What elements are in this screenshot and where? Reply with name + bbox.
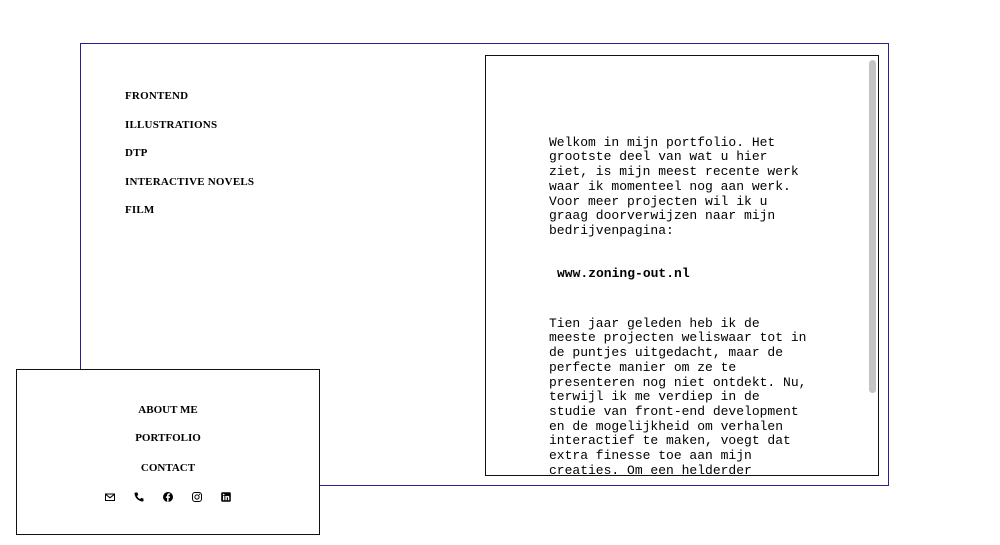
intro-text-panel[interactable]: Welkom in mijn portfolio. Het grootste d… — [485, 55, 879, 476]
footer-nav-box: ABOUT ME PORTFOLIO CONTACT — [16, 369, 320, 535]
nav-item-illustrations[interactable]: ILLUSTRATIONS — [125, 118, 254, 147]
scrollbar[interactable] — [869, 58, 876, 473]
body-paragraph: Tien jaar geleden heb ik de meeste proje… — [549, 315, 807, 476]
intro-paragraph: Welkom in mijn portfolio. Het grootste d… — [549, 134, 799, 238]
nav-item-dtp[interactable]: DTP — [125, 146, 254, 175]
facebook-icon[interactable] — [162, 491, 174, 503]
nav-item-frontend[interactable]: FRONTEND — [125, 89, 254, 118]
nav-item-film[interactable]: FILM — [125, 203, 254, 232]
portfolio-link[interactable]: PORTFOLIO — [17, 432, 319, 444]
mail-icon[interactable] — [104, 491, 116, 503]
phone-icon[interactable] — [133, 491, 145, 503]
nav-item-interactive-novels[interactable]: INTERACTIVE NOVELS — [125, 175, 254, 204]
linkedin-icon[interactable] — [220, 491, 232, 503]
about-me-link[interactable]: ABOUT ME — [17, 404, 319, 416]
intro-text: Welkom in mijn portfolio. Het grootste d… — [549, 121, 811, 476]
social-icons — [104, 491, 232, 503]
contact-link[interactable]: CONTACT — [17, 462, 319, 474]
category-nav: FRONTEND ILLUSTRATIONS DTP INTERACTIVE N… — [125, 89, 254, 232]
website-link[interactable]: www.zoning-out.nl — [557, 267, 811, 282]
instagram-icon[interactable] — [191, 491, 203, 503]
scrollbar-thumb[interactable] — [869, 60, 876, 393]
